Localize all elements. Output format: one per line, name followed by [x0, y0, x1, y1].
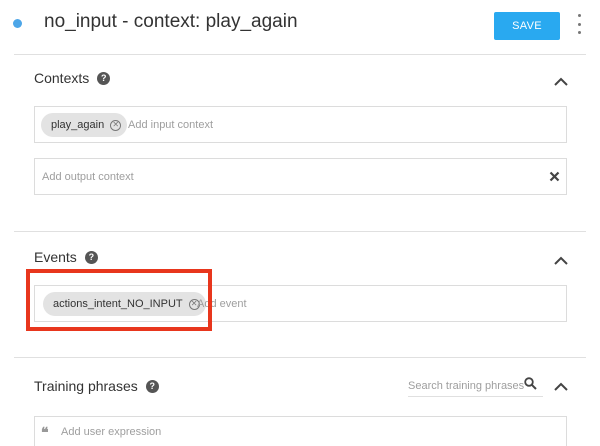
chevron-up-icon[interactable] [554, 77, 568, 87]
training-search[interactable]: Search training phrases [408, 372, 543, 397]
input-context-chip[interactable]: play_again ✕ [41, 113, 128, 137]
divider [14, 357, 586, 358]
status-dot-icon [13, 19, 22, 28]
search-icon[interactable] [524, 377, 537, 390]
highlight-box [26, 269, 212, 331]
training-section-title: Training phrases ? [34, 378, 159, 394]
events-section-title: Events ? [34, 249, 98, 265]
save-button[interactable]: SAVE [494, 12, 560, 40]
divider [14, 54, 586, 55]
chevron-up-icon[interactable] [554, 382, 568, 392]
expression-placeholder: Add user expression [61, 426, 162, 438]
contexts-section-title: Contexts ? [34, 70, 111, 86]
help-icon[interactable]: ? [145, 379, 159, 393]
events-title: Events [34, 249, 77, 265]
quote-icon: ❝ [41, 425, 49, 441]
chip-label: play_again [51, 119, 105, 131]
help-icon[interactable]: ? [84, 250, 98, 264]
output-context-field[interactable]: Add output context [34, 158, 567, 195]
chevron-up-icon[interactable] [554, 256, 568, 266]
input-context-field[interactable]: play_again ✕ Add input context [34, 106, 567, 143]
user-expression-field[interactable]: Add user expression [34, 416, 567, 446]
output-context-placeholder: Add output context [42, 171, 134, 183]
search-placeholder: Search training phrases [408, 380, 525, 392]
more-vert-icon[interactable] [573, 14, 585, 34]
training-title: Training phrases [34, 378, 138, 394]
intent-title: no_input - context: play_again [44, 11, 298, 32]
header-bar: no_input - context: play_again SAVE [0, 0, 600, 55]
chip-remove-icon[interactable]: ✕ [110, 119, 122, 131]
help-icon[interactable]: ? [97, 71, 111, 85]
contexts-title: Contexts [34, 70, 90, 86]
clear-icon[interactable] [549, 171, 560, 182]
divider [14, 231, 586, 232]
input-context-placeholder: Add input context [128, 119, 214, 131]
